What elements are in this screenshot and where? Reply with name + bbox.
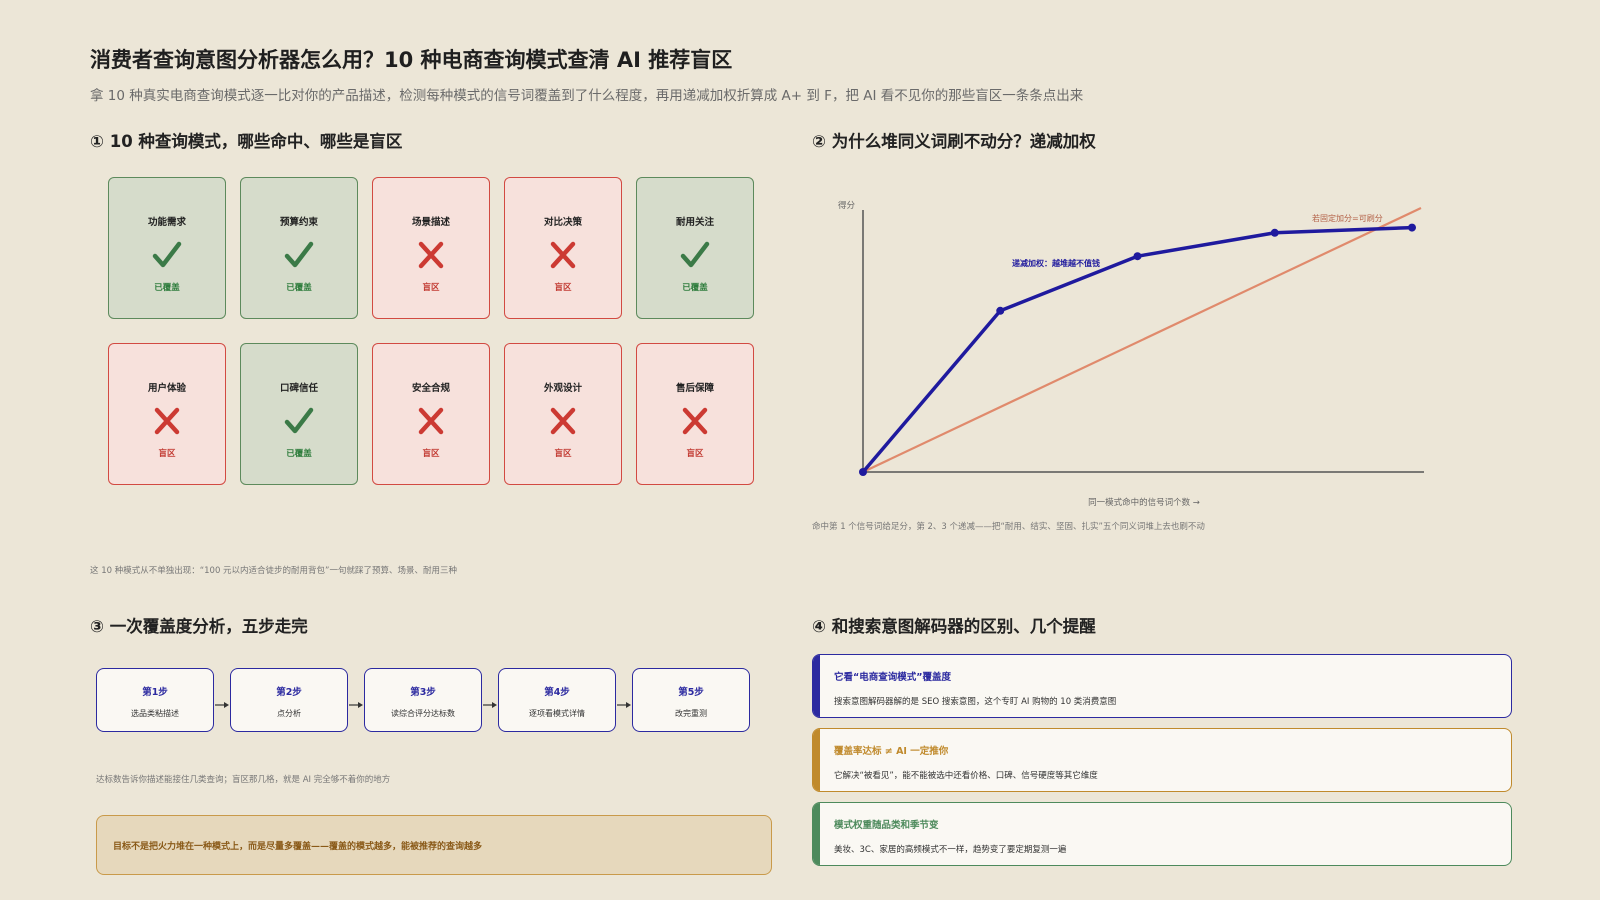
check-icon [150, 238, 184, 272]
pattern-card: 外观设计 盲区 [504, 343, 622, 485]
section3-title: ③ 一次覆盖度分析，五步走完 [90, 617, 308, 636]
y-axis-label: 得分 [838, 200, 856, 211]
tip-accent-bar [813, 655, 820, 717]
step-desc: 读综合评分达标数 [391, 709, 455, 718]
cross-icon [678, 404, 712, 438]
pattern-name: 场景描述 [411, 217, 450, 228]
linear-series-line [862, 207, 1422, 473]
decay-weighting-chart: 得分 同一模式命中的信号词个数 → 若固定加分=可刷分递减加权：越堆越不值钱 [838, 200, 1424, 508]
section1-footnote: 这 10 种模式从不单独出现：“100 元以内适合徒步的耐用背包”一句就踩了预算… [90, 566, 457, 576]
tip-accent-bar [813, 803, 820, 865]
pattern-card: 售后保障 盲区 [636, 343, 754, 485]
pattern-status: 盲区 [158, 449, 176, 459]
x-axis-label: 同一模式命中的信号词个数 → [1088, 497, 1200, 508]
pattern-status: 盲区 [554, 283, 572, 293]
decay-series-point [996, 306, 1005, 315]
linear-series-label: 若固定加分=可刷分 [1312, 213, 1383, 223]
pattern-card: 对比决策 盲区 [504, 177, 622, 319]
pattern-card: 场景描述 盲区 [372, 177, 490, 319]
step-box: 第2步点分析 [230, 668, 348, 732]
pattern-status: 盲区 [554, 449, 572, 459]
cross-icon [414, 404, 448, 438]
arrow-right-icon [214, 695, 230, 708]
cross-icon [546, 238, 580, 272]
check-icon [282, 238, 316, 272]
decay-series-point [1133, 252, 1142, 261]
tip-desc: 美妆、3C、家居的高频模式不一样，趋势变了要定期复测一遍 [834, 845, 1067, 855]
tip-card: 模式权重随品类和季节变美妆、3C、家居的高频模式不一样，趋势变了要定期复测一遍 [812, 802, 1512, 866]
tip-title: 覆盖率达标 ≠ AI 一定推你 [834, 746, 949, 757]
pattern-status: 已覆盖 [286, 449, 312, 459]
section3-note: 达标数告诉你描述能接住几类查询；盲区那几格，就是 AI 完全够不着你的地方 [96, 775, 391, 785]
cross-icon [414, 238, 448, 272]
page-title: 消费者查询意图分析器怎么用？10 种电商查询模式查清 AI 推荐盲区 [90, 48, 733, 72]
section2-caption: 命中第 1 个信号词给足分，第 2、3 个递减——把“耐用、结实、坚固、扎实”五… [812, 522, 1205, 532]
pattern-name: 口碑信任 [279, 383, 318, 394]
decay-series-point [859, 468, 867, 476]
check-icon [678, 238, 712, 272]
step-box: 第4步逐项看模式详情 [498, 668, 616, 732]
pattern-name: 用户体验 [147, 383, 186, 394]
step-desc: 改完重测 [675, 709, 707, 718]
pattern-name: 功能需求 [147, 217, 186, 228]
arrow-right-icon [348, 695, 364, 708]
arrow-right-icon [482, 695, 498, 708]
pattern-card: 安全合规 盲区 [372, 343, 490, 485]
cross-icon [546, 404, 580, 438]
pattern-status: 盲区 [422, 449, 440, 459]
decay-series-line [861, 225, 1413, 474]
step-box: 第5步改完重测 [632, 668, 750, 732]
tip-title: 它看“电商查询模式”覆盖度 [834, 672, 951, 683]
tip-card: 覆盖率达标 ≠ AI 一定推你它解决“被看见”，能不能被选中还看价格、口碑、信号… [812, 728, 1512, 792]
cross-icon [150, 404, 184, 438]
step-desc: 选品类粘描述 [131, 709, 179, 718]
pattern-status: 盲区 [686, 449, 704, 459]
pattern-name: 外观设计 [543, 383, 582, 394]
pattern-card: 耐用关注 已覆盖 [636, 177, 754, 319]
step-label: 第2步 [276, 687, 302, 698]
pattern-status: 已覆盖 [682, 283, 708, 293]
pattern-card: 口碑信任 已覆盖 [240, 343, 358, 485]
step-label: 第4步 [544, 687, 570, 698]
step-desc: 点分析 [277, 709, 301, 718]
step-box: 第3步读综合评分达标数 [364, 668, 482, 732]
pattern-name: 安全合规 [411, 383, 450, 394]
pattern-name: 对比决策 [543, 217, 582, 228]
pattern-name: 售后保障 [675, 383, 714, 394]
step-label: 第5步 [678, 687, 704, 698]
pattern-status: 已覆盖 [154, 283, 180, 293]
section4-title: ④ 和搜索意图解码器的区别、几个提醒 [812, 617, 1096, 636]
pattern-status: 盲区 [422, 283, 440, 293]
check-icon [282, 404, 316, 438]
step-label: 第3步 [410, 687, 436, 698]
decay-series-point [1408, 223, 1416, 232]
section2-title: ② 为什么堆同义词刷不动分？递减加权 [812, 132, 1096, 151]
tip-desc: 搜索意图解码器解的是 SEO 搜索意图，这个专盯 AI 购物的 10 类消费意图 [834, 697, 1117, 707]
section1-title: ① 10 种查询模式，哪些命中、哪些是盲区 [90, 132, 403, 151]
tip-desc: 它解决“被看见”，能不能被选中还看价格、口碑、信号硬度等其它维度 [834, 771, 1098, 781]
decay-series-label: 递减加权：越堆越不值钱 [1012, 258, 1100, 268]
arrow-right-icon [616, 695, 632, 708]
pattern-name: 预算约束 [279, 217, 318, 228]
goal-callout: 目标不是把火力堆在一种模式上，而是尽量多覆盖——覆盖的模式越多，能被推荐的查询越… [96, 815, 772, 875]
decay-series-point [1270, 228, 1279, 237]
step-desc: 逐项看模式详情 [529, 709, 585, 718]
page-subtitle: 拿 10 种真实电商查询模式逐一比对你的产品描述，检测每种模式的信号词覆盖到了什… [90, 88, 1084, 104]
tip-title: 模式权重随品类和季节变 [834, 820, 939, 831]
pattern-card: 功能需求 已覆盖 [108, 177, 226, 319]
step-label: 第1步 [142, 687, 168, 698]
step-box: 第1步选品类粘描述 [96, 668, 214, 732]
tip-card: 它看“电商查询模式”覆盖度搜索意图解码器解的是 SEO 搜索意图，这个专盯 AI… [812, 654, 1512, 718]
pattern-card: 用户体验 盲区 [108, 343, 226, 485]
pattern-name: 耐用关注 [675, 217, 714, 228]
tip-accent-bar [813, 729, 820, 791]
pattern-status: 已覆盖 [286, 283, 312, 293]
pattern-card: 预算约束 已覆盖 [240, 177, 358, 319]
